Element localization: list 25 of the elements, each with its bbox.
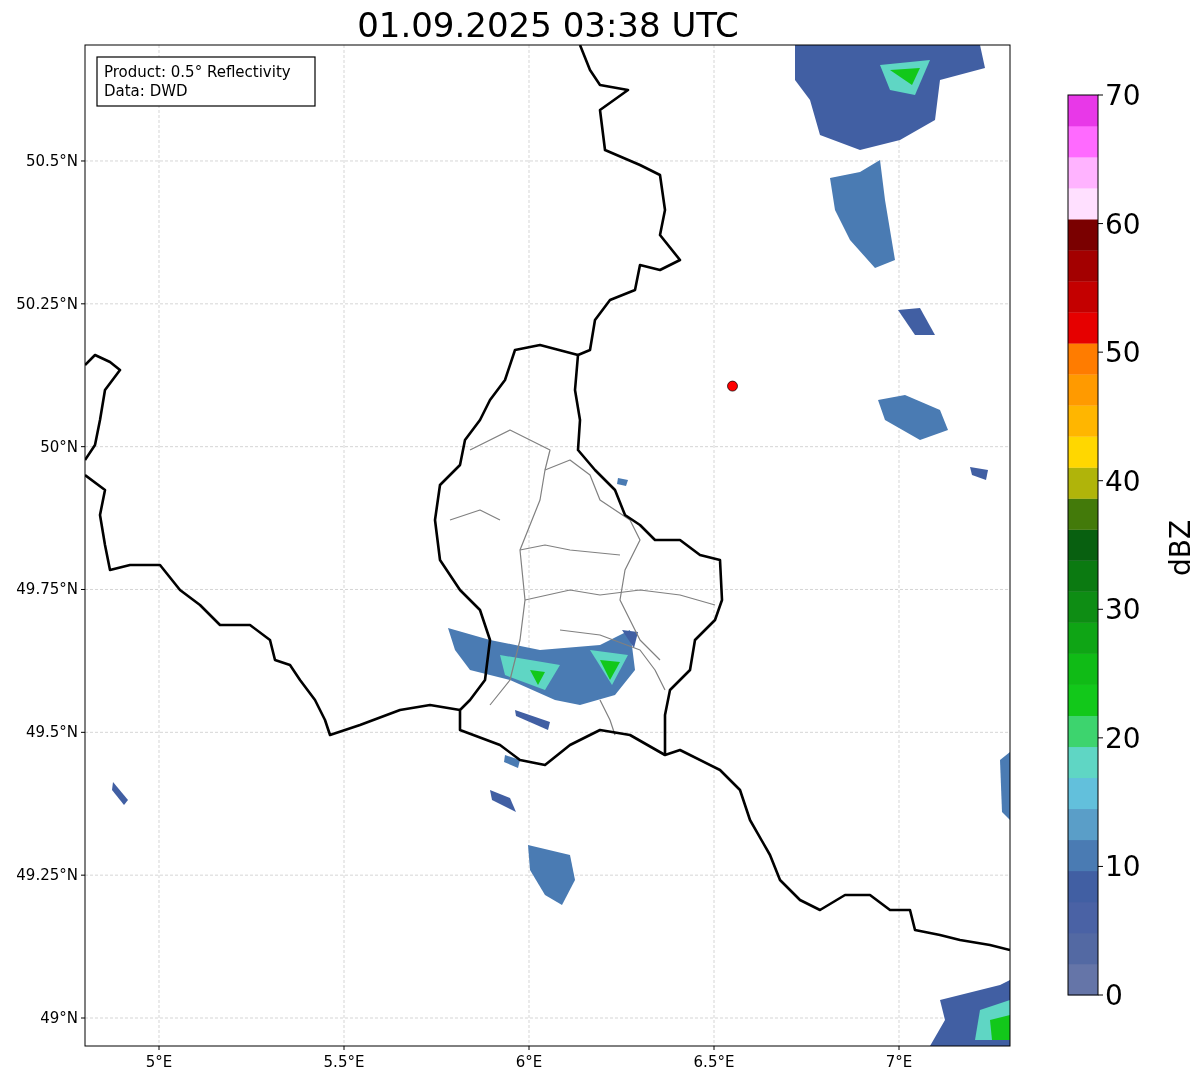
latitude-label: 50.5°N bbox=[25, 152, 78, 170]
longitude-label: 6.5°E bbox=[693, 1053, 735, 1071]
longitude-label: 5°E bbox=[145, 1053, 173, 1071]
colorbar-label: dBZ bbox=[1164, 519, 1197, 577]
colorbar-tick-label: 30 bbox=[1105, 593, 1141, 627]
longitude-label: 7°E bbox=[885, 1053, 913, 1071]
colorbar-tick-label: 50 bbox=[1105, 336, 1141, 370]
colorbar-tick-label: 70 bbox=[1105, 79, 1141, 112]
longitude-label: 6°E bbox=[515, 1053, 543, 1071]
colorbar-tick-label: 60 bbox=[1105, 207, 1141, 241]
latitude-label: 49.5°N bbox=[25, 723, 78, 742]
info-text: Data: DWD bbox=[104, 82, 188, 100]
latitude-label: 49.25°N bbox=[16, 866, 78, 885]
colorbar-tick-label: 0 bbox=[1105, 979, 1123, 1012]
colorbar-tick-label: 10 bbox=[1105, 850, 1141, 884]
latitude-label: 50.25°N bbox=[16, 294, 78, 313]
chart-title: 01.09.2025 03:38 UTC bbox=[357, 5, 739, 45]
info-text: Product: 0.5° Reflectivity bbox=[104, 63, 291, 81]
longitude-label: 5.5°E bbox=[323, 1053, 365, 1071]
latitude-label: 49.75°N bbox=[16, 580, 78, 599]
location-marker bbox=[727, 380, 738, 392]
colorbar-tick-label: 20 bbox=[1105, 721, 1141, 755]
latitude-label: 50°N bbox=[40, 437, 78, 456]
latitude-label: 49°N bbox=[40, 1009, 78, 1027]
colorbar-tick-label: 40 bbox=[1105, 464, 1141, 498]
